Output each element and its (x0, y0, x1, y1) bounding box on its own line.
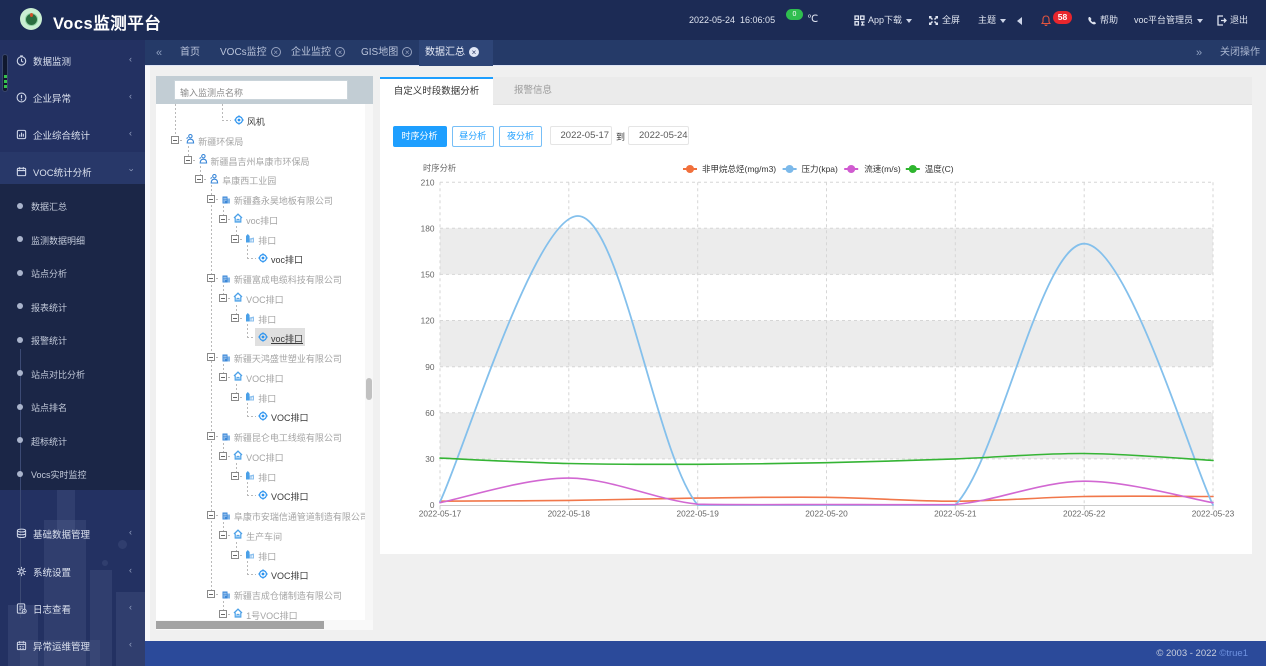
svg-text:90: 90 (425, 362, 435, 372)
svg-text:时序分析: 时序分析 (423, 163, 456, 173)
svg-text:2022-05-19: 2022-05-19 (676, 509, 719, 519)
svg-text:180: 180 (421, 224, 435, 234)
svg-text:2022-05-23: 2022-05-23 (1192, 509, 1235, 519)
svg-text:120: 120 (421, 316, 435, 326)
svg-text:温度(C): 温度(C) (925, 164, 954, 174)
svg-text:210: 210 (421, 177, 435, 187)
svg-text:2022-05-20: 2022-05-20 (805, 509, 848, 519)
svg-text:150: 150 (421, 270, 435, 280)
svg-text:压力(kpa): 压力(kpa) (802, 164, 839, 174)
svg-text:60: 60 (425, 408, 435, 418)
svg-text:2022-05-22: 2022-05-22 (1063, 509, 1106, 519)
svg-text:30: 30 (425, 454, 435, 464)
svg-text:流速(m/s): 流速(m/s) (864, 164, 901, 174)
svg-text:2022-05-18: 2022-05-18 (548, 509, 591, 519)
svg-text:非甲烷总烃(mg/m3): 非甲烷总烃(mg/m3) (702, 164, 776, 174)
svg-text:2022-05-21: 2022-05-21 (934, 509, 977, 519)
svg-text:2022-05-17: 2022-05-17 (419, 509, 462, 519)
